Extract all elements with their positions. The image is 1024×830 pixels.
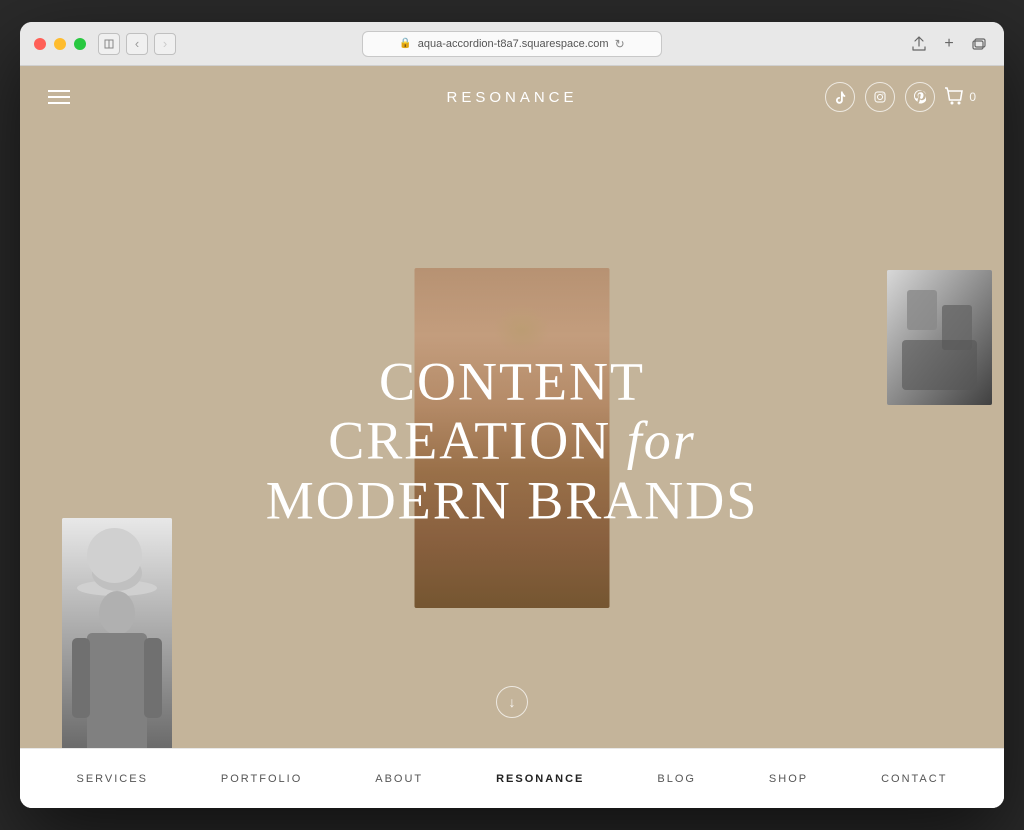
url-text: aqua-accordion-t8a7.squarespace.com	[418, 38, 609, 50]
instagram-icon[interactable]	[865, 82, 895, 112]
header-right: 0	[825, 82, 976, 112]
back-button[interactable]: ‹	[126, 33, 148, 55]
traffic-lights	[34, 38, 86, 50]
nav-portfolio[interactable]: PORTFOLIO	[221, 773, 302, 785]
cart-count: 0	[969, 90, 976, 104]
hero-line3: MODERN BRANDS	[266, 471, 759, 530]
forward-button[interactable]: ›	[154, 33, 176, 55]
scroll-down-icon: ↓	[509, 694, 516, 710]
hero-right-image	[887, 270, 992, 405]
nav-shop[interactable]: SHOP	[769, 773, 808, 785]
hero-left-image	[62, 518, 172, 748]
lock-icon: 🔒	[399, 38, 411, 49]
site-header: RESONANCE	[20, 66, 1004, 128]
sidebar-toggle-button[interactable]	[98, 33, 120, 55]
hero-text: CONTENT CREATION for MODERN BRANDS	[266, 352, 759, 530]
browser-window: ‹ › 🔒 aqua-accordion-t8a7.squarespace.co…	[20, 22, 1004, 808]
nav-services[interactable]: SERVICES	[76, 773, 147, 785]
windows-button[interactable]	[968, 33, 990, 55]
maximize-button[interactable]	[74, 38, 86, 50]
site-footer: SERVICES PORTFOLIO ABOUT RESONANCE BLOG …	[20, 748, 1004, 808]
nav-resonance[interactable]: RESONANCE	[496, 773, 584, 785]
new-tab-button[interactable]: +	[938, 33, 960, 55]
scroll-down-button[interactable]: ↓	[496, 686, 528, 718]
tiktok-icon[interactable]	[825, 82, 855, 112]
hero-section: CONTENT CREATION for MODERN BRANDS ↓	[20, 128, 1004, 748]
hamburger-menu[interactable]	[48, 90, 70, 104]
title-bar: ‹ › 🔒 aqua-accordion-t8a7.squarespace.co…	[20, 22, 1004, 66]
pinterest-icon[interactable]	[905, 82, 935, 112]
minimize-button[interactable]	[54, 38, 66, 50]
close-button[interactable]	[34, 38, 46, 50]
share-button[interactable]	[908, 33, 930, 55]
reload-icon[interactable]: ↻	[615, 37, 625, 51]
nav-controls: ‹ ›	[98, 33, 176, 55]
hero-line2: CREATION for	[266, 412, 759, 471]
nav-blog[interactable]: BLOG	[657, 773, 696, 785]
browser-actions: +	[908, 33, 990, 55]
cart-button[interactable]: 0	[945, 87, 976, 107]
nav-about[interactable]: ABOUT	[375, 773, 423, 785]
nav-contact[interactable]: CONTACT	[881, 773, 947, 785]
address-bar[interactable]: 🔒 aqua-accordion-t8a7.squarespace.com ↻	[362, 31, 662, 57]
site-logo[interactable]: RESONANCE	[446, 89, 577, 106]
hero-line1: CONTENT	[266, 352, 759, 411]
site-content: RESONANCE	[20, 66, 1004, 808]
